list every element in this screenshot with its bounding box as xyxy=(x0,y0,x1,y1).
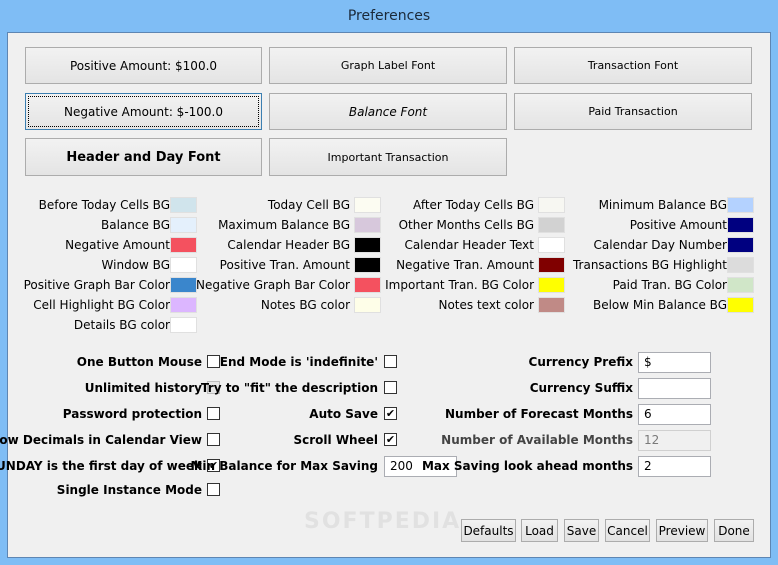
color-label: Details BG color xyxy=(73,318,170,332)
header-day-font-button[interactable]: Header and Day Font xyxy=(25,138,262,176)
color-swatch[interactable] xyxy=(538,237,565,253)
fit-description-label: Try to "fit" the description xyxy=(200,381,378,395)
available-months-label: Number of Available Months xyxy=(441,433,633,447)
scroll-wheel-checkbox[interactable]: ✔ xyxy=(384,433,397,446)
color-label: After Today Cells BG xyxy=(413,198,534,212)
color-label: Paid Tran. BG Color xyxy=(612,278,727,292)
color-label: Maximum Balance BG xyxy=(218,218,350,232)
color-label: Positive Graph Bar Color xyxy=(23,278,170,292)
defaults-button[interactable]: Defaults xyxy=(461,519,516,542)
color-swatch[interactable] xyxy=(727,277,754,293)
color-swatch[interactable] xyxy=(727,217,754,233)
password-protection-checkbox[interactable] xyxy=(207,407,220,420)
show-decimals-checkbox[interactable] xyxy=(207,433,220,446)
graph-label-font-button[interactable]: Graph Label Font xyxy=(269,47,507,84)
color-label: Notes text color xyxy=(438,298,534,312)
color-label: Calendar Header Text xyxy=(404,238,534,252)
title-bar[interactable]: Preferences xyxy=(0,0,778,32)
color-label: Negative Graph Bar Color xyxy=(196,278,350,292)
color-label: Transactions BG Highlight xyxy=(572,258,727,272)
show-decimals-label: Show Decimals in Calendar View xyxy=(0,433,202,447)
forecast-months-label: Number of Forecast Months xyxy=(445,407,633,421)
load-button[interactable]: Load xyxy=(521,519,558,542)
auto-save-label: Auto Save xyxy=(309,407,378,421)
end-mode-checkbox[interactable] xyxy=(384,355,397,368)
important-transaction-font-button[interactable]: Important Transaction xyxy=(269,138,507,176)
window-title: Preferences xyxy=(347,8,431,24)
fit-description-checkbox[interactable] xyxy=(384,381,397,394)
color-swatch[interactable] xyxy=(538,257,565,273)
forecast-months-input[interactable]: 6 xyxy=(638,404,711,425)
transaction-font-button[interactable]: Transaction Font xyxy=(514,47,752,84)
color-swatch[interactable] xyxy=(727,257,754,273)
single-instance-checkbox[interactable] xyxy=(207,483,220,496)
color-label: Cell Highlight BG Color xyxy=(33,298,170,312)
color-swatch[interactable] xyxy=(727,197,754,213)
color-label: Below Min Balance BG xyxy=(592,298,727,312)
cancel-button[interactable]: Cancel xyxy=(605,519,650,542)
negative-amount-font-button[interactable]: Negative Amount: $-100.0 xyxy=(25,93,262,130)
color-label: Important Tran. BG Color xyxy=(385,278,534,292)
color-swatch[interactable] xyxy=(170,317,197,333)
currency-prefix-label: Currency Prefix xyxy=(528,355,633,369)
save-button[interactable]: Save xyxy=(564,519,599,542)
color-label: Today Cell BG xyxy=(267,198,350,212)
scroll-wheel-label: Scroll Wheel xyxy=(293,433,379,447)
done-button[interactable]: Done xyxy=(714,519,754,542)
min-balance-max-saving-label: Min Balance for Max Saving xyxy=(190,459,378,473)
currency-suffix-label: Currency Suffix xyxy=(529,381,633,395)
color-label: Balance BG xyxy=(101,218,170,232)
balance-font-button[interactable]: Balance Font xyxy=(269,93,507,130)
color-swatch[interactable] xyxy=(538,277,565,293)
color-label: Notes BG color xyxy=(260,298,350,312)
preview-button[interactable]: Preview xyxy=(656,519,708,542)
color-label: Before Today Cells BG xyxy=(38,198,170,212)
color-swatch[interactable] xyxy=(538,297,565,313)
max-saving-lookahead-label: Max Saving look ahead months xyxy=(421,459,633,473)
color-label: Negative Tran. Amount xyxy=(396,258,534,272)
color-swatch[interactable] xyxy=(727,237,754,253)
currency-prefix-input[interactable]: $ xyxy=(638,352,711,373)
paid-transaction-font-button[interactable]: Paid Transaction xyxy=(514,93,752,130)
color-label: Positive Amount xyxy=(629,218,727,232)
color-label: Calendar Day Number xyxy=(593,238,728,252)
currency-suffix-input[interactable] xyxy=(638,378,711,399)
color-swatch[interactable] xyxy=(538,217,565,233)
sunday-first-label: SUNDAY is the first day of week xyxy=(0,459,202,473)
color-swatch[interactable] xyxy=(538,197,565,213)
color-label: Window BG xyxy=(101,258,170,272)
available-months-input[interactable]: 12 xyxy=(638,430,711,451)
color-label: Other Months Cells BG xyxy=(398,218,534,232)
softpedia-watermark: SOFTPEDIA xyxy=(304,509,462,534)
end-mode-label: End Mode is 'indefinite' xyxy=(219,355,378,369)
color-label: Calendar Header BG xyxy=(227,238,350,252)
auto-save-checkbox[interactable]: ✔ xyxy=(384,407,397,420)
color-label: Positive Tran. Amount xyxy=(219,258,350,272)
color-label: Negative Amount xyxy=(65,238,170,252)
single-instance-label: Single Instance Mode xyxy=(56,483,202,497)
positive-amount-font-button[interactable]: Positive Amount: $100.0 xyxy=(25,47,262,84)
max-saving-lookahead-input[interactable]: 2 xyxy=(638,456,711,477)
one-button-mouse-label: One Button Mouse xyxy=(76,355,202,369)
password-protection-label: Password protection xyxy=(62,407,202,421)
color-label: Minimum Balance BG xyxy=(598,198,727,212)
one-button-mouse-checkbox[interactable] xyxy=(207,355,220,368)
color-swatch[interactable] xyxy=(727,297,754,313)
preferences-panel: Positive Amount: $100.0 Graph Label Font… xyxy=(0,32,771,558)
unlimited-history-label: Unlimited history xyxy=(84,381,202,395)
